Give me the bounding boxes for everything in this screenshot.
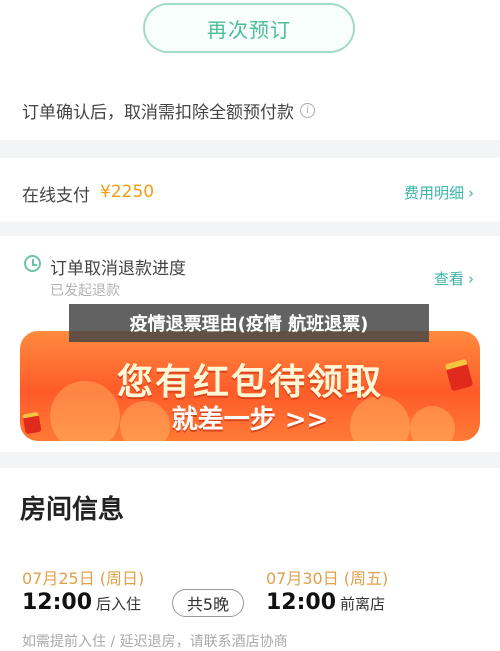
checkout-date: 07月30日 (周五)	[266, 569, 389, 588]
checkout-label: 前离店	[340, 595, 386, 613]
banner-cta[interactable]: 就差一步 >>	[20, 399, 480, 436]
checkin-time-value: 12:00	[22, 590, 93, 615]
nights-badge: 共5晚	[172, 589, 244, 617]
refund-progress-title: 订单取消退款进度	[50, 259, 186, 279]
refund-status: 已发起退款	[50, 283, 120, 299]
room-info-title: 房间信息	[20, 495, 125, 525]
overlay-caption: 疫情退票理由(疫情 航班退票)	[69, 304, 429, 342]
section-divider	[0, 452, 500, 468]
checkin-time: 12:00 后入住	[22, 590, 141, 615]
clock-icon	[24, 255, 41, 272]
section-divider	[0, 140, 500, 158]
cancel-notice-text: 订单确认后，取消需扣除全额预付款	[22, 103, 294, 123]
payment-amount: ¥2250	[100, 182, 155, 202]
info-icon[interactable]: i	[300, 103, 315, 118]
banner-title: 您有红包待领取	[116, 362, 383, 403]
rebook-button[interactable]: 再次预订	[143, 3, 355, 53]
chevron-right-icon: ›	[468, 270, 474, 288]
red-packet-banner[interactable]: 您有红包待领取 就差一步 >>	[20, 331, 480, 441]
view-refund-label: 查看	[433, 270, 464, 288]
cancel-notice: 订单确认后，取消需扣除全额预付款 i	[22, 98, 500, 123]
view-refund-link[interactable]: 查看 ›	[434, 268, 474, 289]
checkin-label: 后入住	[96, 595, 142, 613]
checkin-policy-text: 如需提前入住 / 延迟退房，请联系酒店协商	[22, 634, 288, 650]
fee-details-label: 费用明细	[403, 184, 464, 202]
fee-details-link[interactable]: 费用明细 ›	[404, 182, 474, 203]
checkout-time: 12:00 前离店	[266, 590, 385, 615]
checkin-date: 07月25日 (周日)	[22, 569, 145, 588]
payment-label: 在线支付	[22, 186, 90, 206]
checkout-time-value: 12:00	[266, 590, 337, 615]
section-divider	[0, 222, 500, 236]
chevron-right-icon: ›	[468, 184, 474, 202]
